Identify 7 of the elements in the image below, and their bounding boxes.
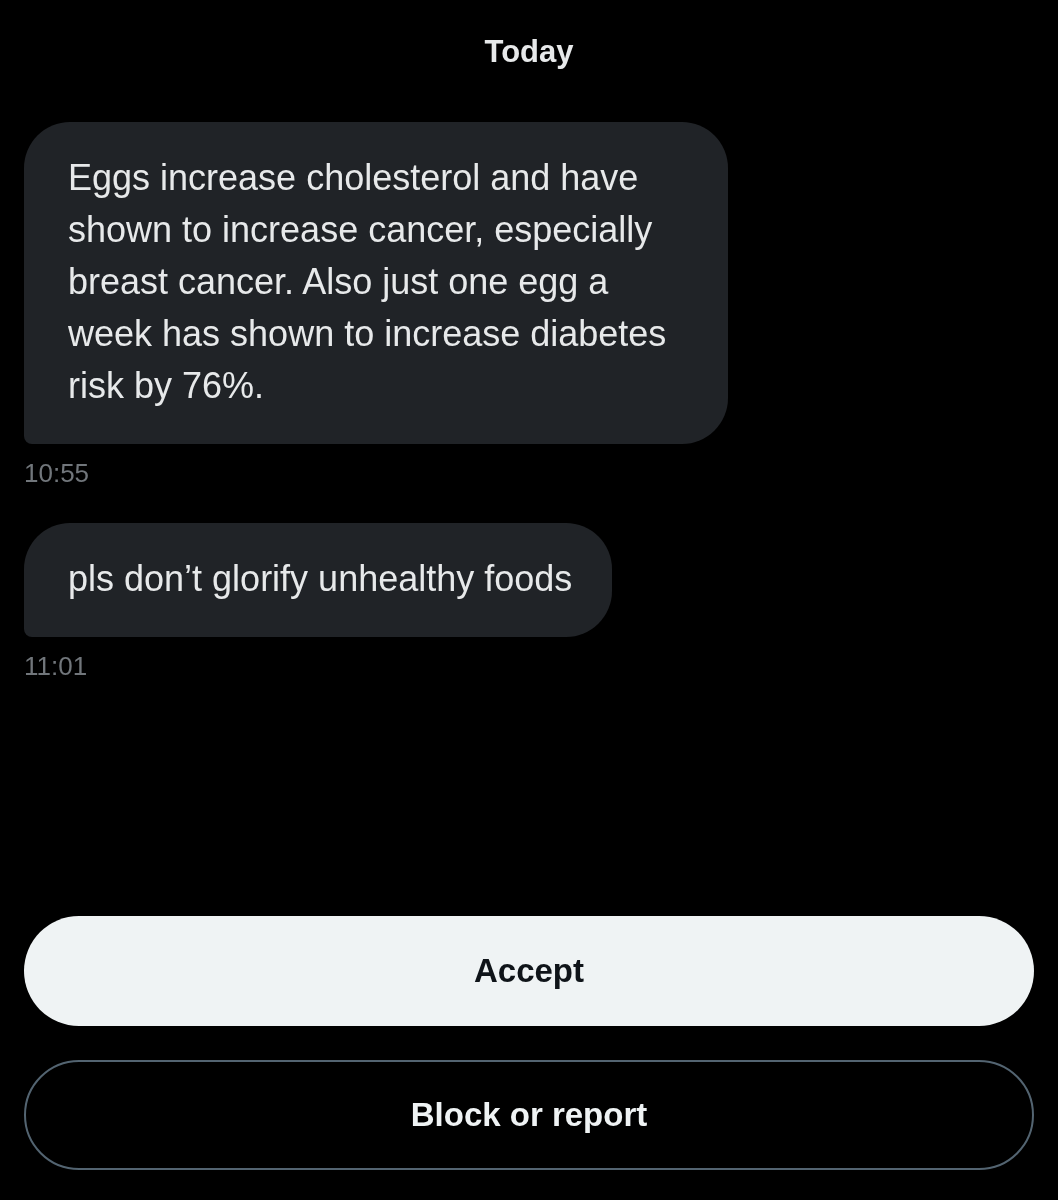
block-report-button[interactable]: Block or report (24, 1060, 1034, 1170)
message-time: 11:01 (24, 651, 88, 682)
message-time: 10:55 (24, 458, 90, 489)
message-bubble: pls don’t glorify unhealthy foods (24, 523, 613, 637)
accept-button[interactable]: Accept (24, 916, 1034, 1026)
message-bubble: Eggs increase cholesterol and have shown to increase cancer, especially breast cancer. Also just one egg a week has shown to increase diabetes risk by 76%. (24, 122, 728, 444)
date-divider: Today (484, 34, 574, 70)
